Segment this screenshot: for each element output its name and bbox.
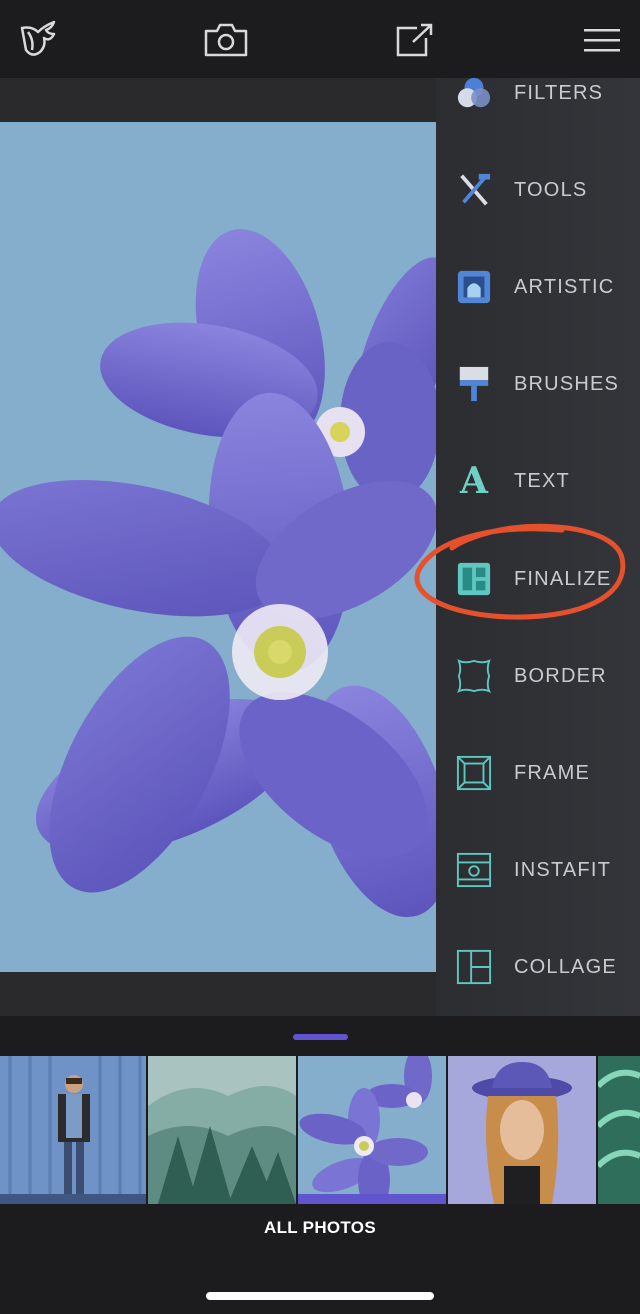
artistic-icon: [456, 269, 492, 305]
menu-item-instafit[interactable]: INSTAFIT: [436, 835, 640, 905]
hamburger-menu-icon[interactable]: [578, 18, 626, 62]
menu-item-tools[interactable]: TOOLS: [436, 155, 640, 225]
menu-item-label: BORDER: [514, 664, 607, 687]
filters-icon: [456, 75, 492, 111]
collage-icon: [456, 949, 492, 985]
menu-item-border[interactable]: BORDER: [436, 641, 640, 711]
photo-thumbnail[interactable]: [0, 1056, 146, 1204]
instafit-icon: [456, 852, 492, 888]
all-photos-label[interactable]: ALL PHOTOS: [0, 1218, 640, 1238]
photo-thumbnails: [0, 1056, 640, 1204]
camera-icon[interactable]: [202, 18, 250, 62]
menu-item-label: ARTISTIC: [514, 275, 615, 298]
menu-item-artistic[interactable]: ARTISTIC: [436, 252, 640, 322]
annotation-circle: [414, 523, 626, 620]
menu-item-label: TEXT: [514, 469, 570, 492]
menu-item-collage[interactable]: COLLAGE: [436, 932, 640, 1002]
photo-canvas[interactable]: [0, 122, 436, 972]
photo-thumbnail[interactable]: [598, 1056, 640, 1204]
menu-item-label: FRAME: [514, 761, 590, 784]
border-icon: [456, 658, 492, 694]
menu-item-brushes[interactable]: BRUSHES: [436, 349, 640, 419]
frame-icon: [456, 755, 492, 791]
photo-thumbnail[interactable]: [448, 1056, 596, 1204]
menu-item-label: TOOLS: [514, 178, 588, 201]
menu-item-label: INSTAFIT: [514, 858, 612, 881]
menu-item-label: FILTERS: [514, 81, 604, 104]
flower-image: [0, 229, 436, 918]
menu-item-filters[interactable]: FILTERS: [436, 58, 640, 128]
tools-icon: [456, 172, 492, 208]
canvas-bottom-strip: [0, 972, 436, 1016]
brush-icon: [456, 366, 492, 402]
text-icon: A: [460, 460, 488, 502]
menu-item-frame[interactable]: FRAME: [436, 738, 640, 808]
home-indicator[interactable]: [206, 1292, 434, 1300]
photo-thumbnail-selected[interactable]: [298, 1056, 446, 1204]
photo-thumbnail[interactable]: [148, 1056, 296, 1204]
menu-item-label: COLLAGE: [514, 955, 617, 978]
menu-item-label: BRUSHES: [514, 372, 620, 395]
drawer-handle[interactable]: [293, 1034, 348, 1040]
share-icon[interactable]: [390, 18, 438, 62]
logo-icon[interactable]: [14, 18, 62, 62]
menu-item-text[interactable]: A TEXT: [436, 446, 640, 516]
